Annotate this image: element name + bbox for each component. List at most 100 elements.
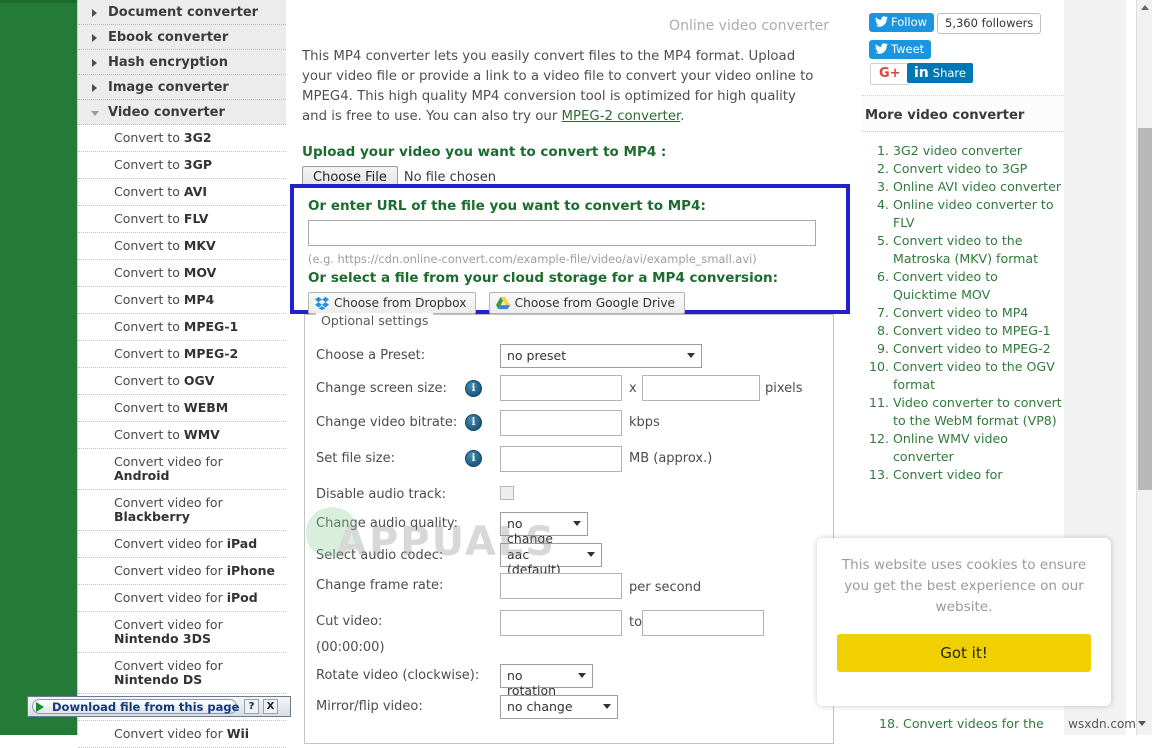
sidebar-item-target: Nintendo 3DS xyxy=(114,631,211,646)
sidebar-item-flv[interactable]: Convert to FLV xyxy=(78,206,286,233)
wsxdn-watermark: wsxdn.com xyxy=(1068,717,1146,731)
disable-audio-checkbox[interactable] xyxy=(500,486,514,500)
mirror-flip-select[interactable]: no change xyxy=(500,695,618,719)
file-size-input[interactable] xyxy=(500,446,622,472)
sidebar-item-mpeg-1[interactable]: Convert to MPEG-1 xyxy=(78,314,286,341)
sidebar-item-prefix: Convert to xyxy=(114,319,184,334)
google-plus-share-button[interactable]: G+ xyxy=(870,63,910,85)
twitter-follow-label: Follow xyxy=(891,15,928,29)
sidebar-item-prefix: Convert video for xyxy=(114,563,227,578)
sidebar-item-mov[interactable]: Convert to MOV xyxy=(78,260,286,287)
sidebar-item-nintendo-ds[interactable]: Convert video for Nintendo DS xyxy=(78,653,286,694)
frame-rate-input[interactable] xyxy=(500,573,622,599)
sidebar-category-video-converter[interactable]: Video converter xyxy=(78,100,286,125)
choose-from-google-drive-button[interactable]: Choose from Google Drive xyxy=(488,292,686,314)
more-list-item[interactable]: Online video converter to FLV xyxy=(893,196,1064,232)
video-bitrate-input[interactable] xyxy=(500,410,622,436)
sidebar-category-hash-encryption[interactable]: Hash encryption xyxy=(78,50,286,75)
more-list-item-label: Convert video to MPEG-1 xyxy=(893,323,1051,338)
sidebar-item-prefix: Convert to xyxy=(114,130,184,145)
bitrate-unit: kbps xyxy=(629,415,660,430)
more-list-item[interactable]: Convert video to MP4 xyxy=(893,304,1064,322)
upload-heading: Upload your video you want to convert to… xyxy=(302,144,667,160)
sidebar-item-ogv[interactable]: Convert to OGV xyxy=(78,368,286,395)
more-list-item[interactable]: Online WMV video converter xyxy=(893,430,1064,466)
screen-width-input[interactable] xyxy=(500,375,622,401)
download-close-button[interactable]: X xyxy=(263,699,278,714)
sidebar-item-prefix: Convert to xyxy=(114,427,184,442)
audio-codec-select[interactable]: aac (default) xyxy=(500,543,602,577)
scroll-up-arrow-icon[interactable] xyxy=(1141,5,1149,10)
twitter-follow-button[interactable]: Follow xyxy=(869,13,935,32)
sidebar-category-image-converter[interactable]: Image converter xyxy=(78,75,286,100)
sidebar-item-nintendo-3ds[interactable]: Convert video for Nintendo 3DS xyxy=(78,612,286,653)
more-list-item[interactable]: Video converter to convert to the WebM f… xyxy=(893,394,1064,430)
chevron-right-icon xyxy=(92,9,97,17)
sidebar-item-prefix: Convert video for xyxy=(114,617,223,632)
more-list-item[interactable]: Convert video to 3GP xyxy=(893,160,1064,178)
cut-to-word: to xyxy=(629,615,643,630)
sidebar-category-ebook-converter[interactable]: Ebook converter xyxy=(78,25,286,50)
more-list-item[interactable]: Online AVI video converter xyxy=(893,178,1064,196)
audio-codec-label: Select audio codec: xyxy=(316,548,444,563)
cut-from-input[interactable] xyxy=(500,610,622,636)
page-scrollbar[interactable] xyxy=(1136,0,1152,735)
sidebar-item-avi[interactable]: Convert to AVI xyxy=(78,179,286,206)
page-title: Online video converter xyxy=(669,18,829,34)
file-size-info-icon[interactable]: i xyxy=(465,450,482,467)
audio-quality-select[interactable]: no change xyxy=(500,512,588,546)
choose-from-dropbox-button[interactable]: Choose from Dropbox xyxy=(308,292,477,314)
sidebar-item-ipod[interactable]: Convert video for iPod xyxy=(78,585,286,612)
more-list-item[interactable]: Convert video to MPEG-1 xyxy=(893,322,1064,340)
more-list-item[interactable]: Convert video to the Matroska (MKV) form… xyxy=(893,232,1064,268)
sidebar-item-webm[interactable]: Convert to WEBM xyxy=(78,395,286,422)
sidebar-item-target: MOV xyxy=(183,265,217,280)
sidebar-item-3g2[interactable]: Convert to 3G2 xyxy=(78,125,286,152)
more-list-item[interactable]: Convert video to Quicktime MOV xyxy=(893,268,1064,304)
more-list-item-label: Convert video to the Matroska (MKV) form… xyxy=(893,233,1039,266)
frame-rate-label: Change frame rate: xyxy=(316,578,444,593)
item-18-label: Convert videos for the xyxy=(903,716,1044,731)
screen-height-input[interactable] xyxy=(642,375,760,401)
sidebar-item-ipad[interactable]: Convert video for iPad xyxy=(78,531,286,558)
sidebar-item-blackberry[interactable]: Convert video for Blackberry xyxy=(78,490,286,531)
url-input[interactable] xyxy=(308,220,816,246)
social-buttons-panel: Follow 5,360 followers Tweet G+ in Share xyxy=(861,0,1064,96)
sidebar-item-target: iPad xyxy=(226,536,258,551)
rotate-video-select[interactable]: no rotation xyxy=(500,664,593,698)
cut-to-input[interactable] xyxy=(642,610,764,636)
play-icon xyxy=(36,702,44,712)
download-help-button[interactable]: ? xyxy=(244,699,259,714)
twitter-tweet-button[interactable]: Tweet xyxy=(869,40,932,59)
more-list-item[interactable]: Convert video to the OGV format xyxy=(893,358,1064,394)
sidebar-item-prefix: Convert video for xyxy=(114,590,227,605)
cookie-accept-button[interactable]: Got it! xyxy=(837,634,1091,672)
sidebar-item-mp4[interactable]: Convert to MP4 xyxy=(78,287,286,314)
cloud-buttons-row: Choose from Dropbox Choose from Google D… xyxy=(308,292,832,314)
sidebar-item-mpeg-2[interactable]: Convert to MPEG-2 xyxy=(78,341,286,368)
chevron-down-icon xyxy=(687,353,695,358)
bitrate-info-icon[interactable]: i xyxy=(465,414,482,431)
twitter-followers-count[interactable]: 5,360 followers xyxy=(937,13,1042,34)
twitter-bird-icon xyxy=(875,16,888,27)
more-list-item-18[interactable]: 18. Convert videos for the xyxy=(879,716,1044,731)
scrollbar-thumb[interactable] xyxy=(1138,128,1152,490)
linkedin-icon: in xyxy=(914,65,929,81)
sidebar-item-target: Blackberry xyxy=(114,509,190,524)
dropbox-icon xyxy=(315,296,329,310)
sidebar-item-wmv[interactable]: Convert to WMV xyxy=(78,422,286,449)
mpeg2-converter-link[interactable]: MPEG-2 converter xyxy=(562,109,681,124)
sidebar-item-android[interactable]: Convert video for Android xyxy=(78,449,286,490)
more-list-item[interactable]: Convert video to MPEG-2 xyxy=(893,340,1064,358)
sidebar-item-3gp[interactable]: Convert to 3GP xyxy=(78,152,286,179)
more-list-item[interactable]: Convert video for xyxy=(893,466,1064,484)
screen-size-info-icon[interactable]: i xyxy=(465,380,482,397)
sidebar-category-document-converter[interactable]: Document converter xyxy=(78,0,286,25)
more-list-item[interactable]: 3G2 video converter xyxy=(893,142,1064,160)
optional-settings-legend: Optional settings xyxy=(316,313,434,328)
linkedin-share-button[interactable]: in Share xyxy=(907,63,973,83)
preset-select[interactable]: no preset xyxy=(500,344,702,368)
download-file-label: Download file from this page xyxy=(52,700,240,714)
sidebar-item-mkv[interactable]: Convert to MKV xyxy=(78,233,286,260)
sidebar-item-iphone[interactable]: Convert video for iPhone xyxy=(78,558,286,585)
